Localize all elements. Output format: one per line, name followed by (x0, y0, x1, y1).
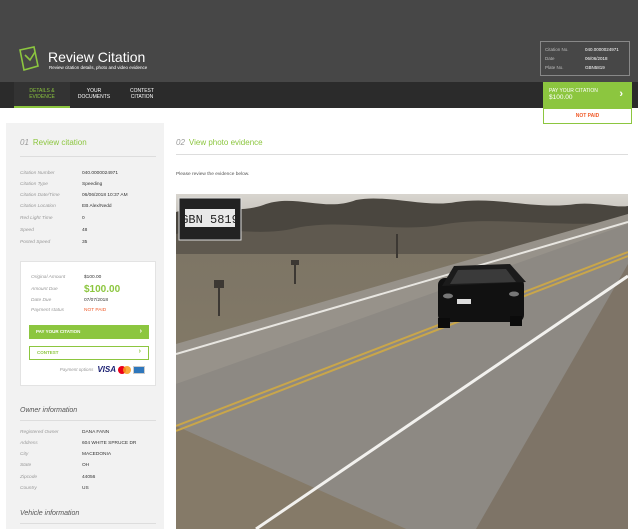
divider (20, 420, 156, 421)
evidence-photo-image: GBN 5819 (176, 194, 628, 529)
citation-details-panel: 01 Review citation Citation Number 040.000… (6, 123, 164, 529)
app-header: Review Citation Review citation details,… (0, 0, 638, 82)
detail-row: Citation Number 040.0000024971 (20, 171, 119, 176)
divider (176, 154, 628, 155)
original-amount-row: Original Amount $100.00 (31, 275, 102, 280)
tab-contest-citation[interactable]: CONTEST CITATION (124, 88, 160, 100)
citation-number-row: Citation No. 040.0000024971 (545, 47, 619, 52)
plate-number-row: Plate No. GBN5819 (545, 65, 605, 70)
vehicle-information-heading: Vehicle information (20, 510, 80, 517)
detail-row: Speed 48 (20, 228, 88, 233)
citation-date-row: Date 06/06/2018 (545, 56, 608, 61)
payment-status-badge: NOT PAID (543, 109, 632, 124)
owner-row: Country US (20, 486, 89, 491)
pay-citation-header-button[interactable]: PAY YOUR CITATION $100.00 › (543, 82, 632, 109)
amount-due-row: Amount Due $100.00 (31, 284, 121, 295)
photo-evidence-heading: 02 View photo evidence (176, 138, 263, 147)
visa-icon: VISA (97, 365, 116, 374)
page-subtitle: Review citation details, photo and video… (49, 65, 148, 70)
detail-row: Red Light Time 0 (20, 216, 85, 221)
divider (20, 523, 156, 524)
payment-options: Payment options VISA (60, 365, 145, 374)
evidence-instructions: Please review the evidence below. (176, 172, 250, 177)
owner-row: City MACEDONIA (20, 452, 112, 457)
detail-row: Citation Date/Time 06/06/2018 10:37 AM (20, 193, 128, 198)
detail-row: Citation Type Speeding (20, 182, 103, 187)
chevron-right-icon: › (619, 88, 623, 100)
chevron-right-icon: › (138, 348, 141, 355)
license-plate-text: GBN 5819 (181, 213, 239, 227)
evidence-photo[interactable]: GBN 5819 (176, 194, 628, 529)
review-citation-heading: 01 Review citation (20, 138, 87, 147)
owner-row: Address 604 WHITE SPRUCE DR (20, 441, 137, 446)
chevron-right-icon: › (139, 328, 142, 335)
tab-your-documents[interactable]: YOUR DOCUMENTS (72, 88, 116, 100)
contest-button[interactable]: CONTEST › (29, 346, 149, 360)
owner-row: Zipcode 44056 (20, 475, 96, 480)
owner-row: Registered Owner DANA FANN (20, 430, 110, 435)
payment-summary-card: Original Amount $100.00 Amount Due $100.00… (20, 261, 156, 386)
owner-row: State OH (20, 463, 90, 468)
detail-row: Posted Speed 35 (20, 240, 88, 245)
page-title: Review Citation (48, 49, 146, 65)
tab-details-evidence[interactable]: DETAILS & EVIDENCE (24, 88, 60, 100)
payment-status-row: Payment status NOT PAID (31, 308, 107, 313)
divider (20, 156, 156, 157)
detail-row: Citation Location EB Alex/Nedd (20, 204, 112, 209)
date-due-row: Date Due 07/07/2018 (31, 298, 109, 303)
citation-logo-icon (19, 46, 39, 72)
citation-summary-box: Citation No. 040.0000024971 Date 06/06/201… (540, 41, 630, 76)
amex-icon (133, 365, 145, 374)
pay-citation-button[interactable]: PAY YOUR CITATION › (29, 325, 149, 339)
mastercard-icon (118, 365, 131, 374)
owner-information-heading: Owner information (20, 407, 78, 414)
